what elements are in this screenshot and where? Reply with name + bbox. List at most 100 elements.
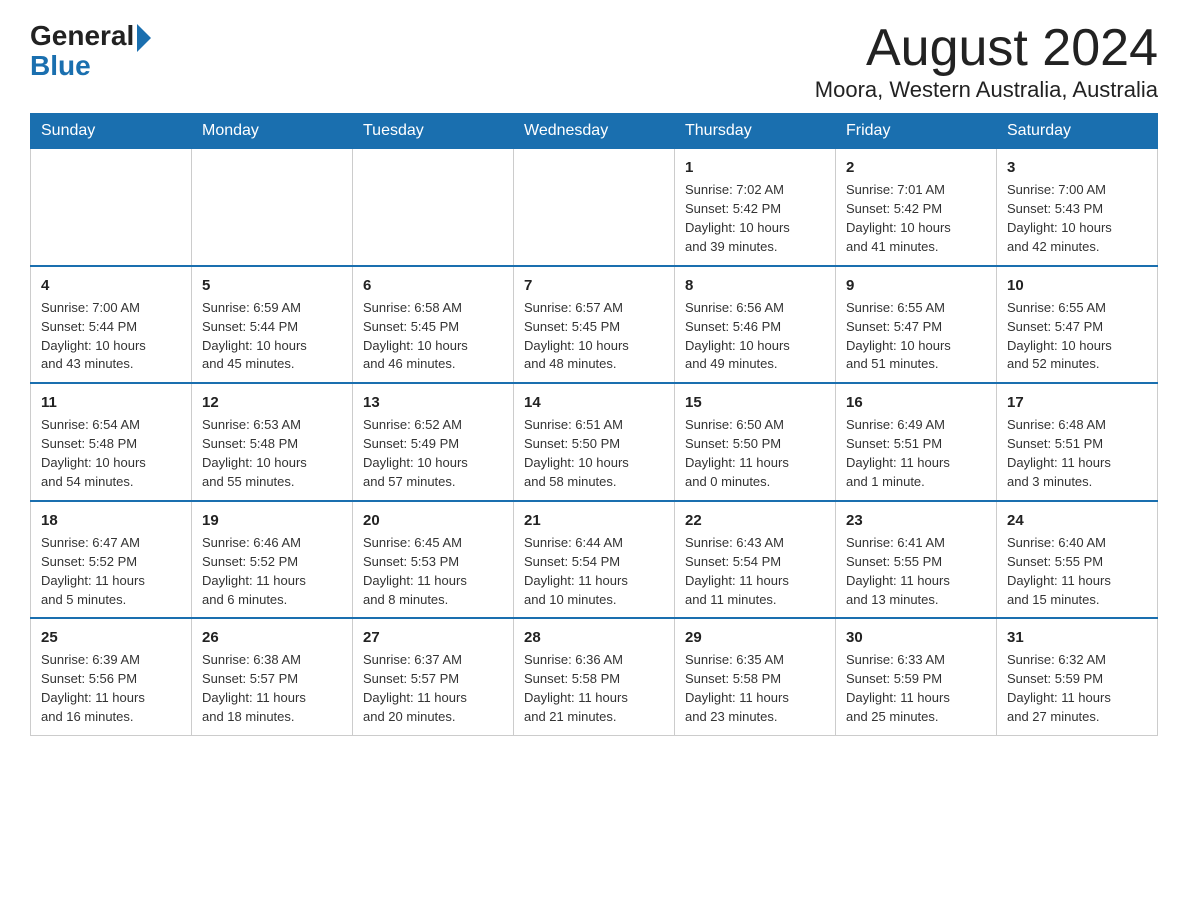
weekday-header-thursday: Thursday	[675, 114, 836, 149]
day-number: 11	[41, 392, 181, 413]
calendar-day-cell: 26 Sunrise: 6:38 AMSunset: 5:57 PMDayligh…	[192, 618, 353, 735]
day-info: Sunrise: 6:43 AMSunset: 5:54 PMDaylight:…	[685, 535, 789, 607]
calendar-day-cell: 5 Sunrise: 6:59 AMSunset: 5:44 PMDaylight…	[192, 266, 353, 384]
weekday-header-friday: Friday	[836, 114, 997, 149]
day-info: Sunrise: 6:39 AMSunset: 5:56 PMDaylight:…	[41, 652, 145, 724]
calendar-day-cell: 15 Sunrise: 6:50 AMSunset: 5:50 PMDayligh…	[675, 383, 836, 501]
day-number: 15	[685, 392, 825, 413]
calendar-day-cell: 21 Sunrise: 6:44 AMSunset: 5:54 PMDayligh…	[514, 501, 675, 619]
day-number: 2	[846, 157, 986, 178]
day-info: Sunrise: 6:40 AMSunset: 5:55 PMDaylight:…	[1007, 535, 1111, 607]
calendar-day-cell	[192, 149, 353, 266]
calendar-week-row: 11 Sunrise: 6:54 AMSunset: 5:48 PMDayligh…	[31, 383, 1158, 501]
day-number: 13	[363, 392, 503, 413]
calendar-body: 1 Sunrise: 7:02 AMSunset: 5:42 PMDaylight…	[31, 149, 1158, 736]
calendar-week-row: 1 Sunrise: 7:02 AMSunset: 5:42 PMDaylight…	[31, 149, 1158, 266]
day-number: 19	[202, 510, 342, 531]
calendar-day-cell: 24 Sunrise: 6:40 AMSunset: 5:55 PMDayligh…	[997, 501, 1158, 619]
logo-arrow-icon	[137, 24, 151, 52]
calendar-day-cell: 23 Sunrise: 6:41 AMSunset: 5:55 PMDayligh…	[836, 501, 997, 619]
weekday-header-monday: Monday	[192, 114, 353, 149]
calendar-day-cell: 2 Sunrise: 7:01 AMSunset: 5:42 PMDaylight…	[836, 149, 997, 266]
calendar-day-cell: 7Sunrise: 6:57 AMSunset: 5:45 PMDaylight…	[514, 266, 675, 384]
calendar-day-cell: 25 Sunrise: 6:39 AMSunset: 5:56 PMDayligh…	[31, 618, 192, 735]
day-info: Sunrise: 6:52 AMSunset: 5:49 PMDaylight:…	[363, 417, 468, 489]
weekday-header-saturday: Saturday	[997, 114, 1158, 149]
month-title: August 2024	[815, 20, 1158, 77]
day-info: Sunrise: 7:01 AMSunset: 5:42 PMDaylight:…	[846, 182, 951, 254]
calendar-day-cell: 27 Sunrise: 6:37 AMSunset: 5:57 PMDayligh…	[353, 618, 514, 735]
calendar-day-cell: 10Sunrise: 6:55 AMSunset: 5:47 PMDayligh…	[997, 266, 1158, 384]
weekday-header-wednesday: Wednesday	[514, 114, 675, 149]
day-info: Sunrise: 6:59 AMSunset: 5:44 PMDaylight:…	[202, 300, 307, 372]
day-number: 6	[363, 275, 503, 296]
day-number: 21	[524, 510, 664, 531]
calendar-week-row: 25 Sunrise: 6:39 AMSunset: 5:56 PMDayligh…	[31, 618, 1158, 735]
day-number: 28	[524, 627, 664, 648]
day-info: Sunrise: 7:02 AMSunset: 5:42 PMDaylight:…	[685, 182, 790, 254]
calendar-day-cell: 20Sunrise: 6:45 AMSunset: 5:53 PMDayligh…	[353, 501, 514, 619]
day-info: Sunrise: 7:00 AMSunset: 5:44 PMDaylight:…	[41, 300, 146, 372]
day-info: Sunrise: 6:32 AMSunset: 5:59 PMDaylight:…	[1007, 652, 1111, 724]
day-number: 31	[1007, 627, 1147, 648]
day-info: Sunrise: 6:36 AMSunset: 5:58 PMDaylight:…	[524, 652, 628, 724]
calendar-day-cell	[353, 149, 514, 266]
calendar-day-cell: 30 Sunrise: 6:33 AMSunset: 5:59 PMDayligh…	[836, 618, 997, 735]
day-number: 9	[846, 275, 986, 296]
day-number: 1	[685, 157, 825, 178]
day-info: Sunrise: 6:54 AMSunset: 5:48 PMDaylight:…	[41, 417, 146, 489]
day-info: Sunrise: 6:38 AMSunset: 5:57 PMDaylight:…	[202, 652, 306, 724]
day-number: 4	[41, 275, 181, 296]
day-info: Sunrise: 6:47 AMSunset: 5:52 PMDaylight:…	[41, 535, 145, 607]
day-number: 12	[202, 392, 342, 413]
calendar-day-cell: 11 Sunrise: 6:54 AMSunset: 5:48 PMDayligh…	[31, 383, 192, 501]
calendar-day-cell: 16Sunrise: 6:49 AMSunset: 5:51 PMDayligh…	[836, 383, 997, 501]
calendar-day-cell	[514, 149, 675, 266]
logo-general: General	[30, 22, 134, 50]
day-number: 27	[363, 627, 503, 648]
calendar-table: SundayMondayTuesdayWednesdayThursdayFrid…	[30, 113, 1158, 736]
day-number: 5	[202, 275, 342, 296]
day-info: Sunrise: 6:58 AMSunset: 5:45 PMDaylight:…	[363, 300, 468, 372]
day-number: 16	[846, 392, 986, 413]
calendar-day-cell: 19Sunrise: 6:46 AMSunset: 5:52 PMDayligh…	[192, 501, 353, 619]
calendar-day-cell: 4 Sunrise: 7:00 AMSunset: 5:44 PMDaylight…	[31, 266, 192, 384]
day-number: 23	[846, 510, 986, 531]
calendar-day-cell: 3Sunrise: 7:00 AMSunset: 5:43 PMDaylight…	[997, 149, 1158, 266]
calendar-day-cell: 14Sunrise: 6:51 AMSunset: 5:50 PMDayligh…	[514, 383, 675, 501]
logo: General Blue	[30, 20, 151, 80]
day-number: 18	[41, 510, 181, 531]
weekday-header-row: SundayMondayTuesdayWednesdayThursdayFrid…	[31, 114, 1158, 149]
day-number: 7	[524, 275, 664, 296]
day-info: Sunrise: 6:51 AMSunset: 5:50 PMDaylight:…	[524, 417, 629, 489]
day-number: 29	[685, 627, 825, 648]
calendar-week-row: 18 Sunrise: 6:47 AMSunset: 5:52 PMDayligh…	[31, 501, 1158, 619]
calendar-day-cell: 31 Sunrise: 6:32 AMSunset: 5:59 PMDayligh…	[997, 618, 1158, 735]
day-info: Sunrise: 6:56 AMSunset: 5:46 PMDaylight:…	[685, 300, 790, 372]
day-info: Sunrise: 6:41 AMSunset: 5:55 PMDaylight:…	[846, 535, 950, 607]
day-number: 10	[1007, 275, 1147, 296]
day-number: 8	[685, 275, 825, 296]
day-info: Sunrise: 6:50 AMSunset: 5:50 PMDaylight:…	[685, 417, 789, 489]
calendar-day-cell: 1 Sunrise: 7:02 AMSunset: 5:42 PMDaylight…	[675, 149, 836, 266]
calendar-day-cell: 18 Sunrise: 6:47 AMSunset: 5:52 PMDayligh…	[31, 501, 192, 619]
day-info: Sunrise: 7:00 AMSunset: 5:43 PMDaylight:…	[1007, 182, 1112, 254]
calendar-week-row: 4 Sunrise: 7:00 AMSunset: 5:44 PMDaylight…	[31, 266, 1158, 384]
day-number: 26	[202, 627, 342, 648]
calendar-day-cell: 29Sunrise: 6:35 AMSunset: 5:58 PMDayligh…	[675, 618, 836, 735]
day-info: Sunrise: 6:37 AMSunset: 5:57 PMDaylight:…	[363, 652, 467, 724]
calendar-day-cell: 6 Sunrise: 6:58 AMSunset: 5:45 PMDaylight…	[353, 266, 514, 384]
day-number: 25	[41, 627, 181, 648]
calendar-day-cell: 17Sunrise: 6:48 AMSunset: 5:51 PMDayligh…	[997, 383, 1158, 501]
day-info: Sunrise: 6:44 AMSunset: 5:54 PMDaylight:…	[524, 535, 628, 607]
calendar-day-cell: 22Sunrise: 6:43 AMSunset: 5:54 PMDayligh…	[675, 501, 836, 619]
day-info: Sunrise: 6:33 AMSunset: 5:59 PMDaylight:…	[846, 652, 950, 724]
page-header: General Blue August 2024 Moora, Western …	[30, 20, 1158, 103]
day-number: 24	[1007, 510, 1147, 531]
calendar-header: SundayMondayTuesdayWednesdayThursdayFrid…	[31, 114, 1158, 149]
location-title: Moora, Western Australia, Australia	[815, 77, 1158, 103]
day-number: 30	[846, 627, 986, 648]
day-number: 17	[1007, 392, 1147, 413]
day-info: Sunrise: 6:53 AMSunset: 5:48 PMDaylight:…	[202, 417, 307, 489]
calendar-day-cell: 12 Sunrise: 6:53 AMSunset: 5:48 PMDayligh…	[192, 383, 353, 501]
